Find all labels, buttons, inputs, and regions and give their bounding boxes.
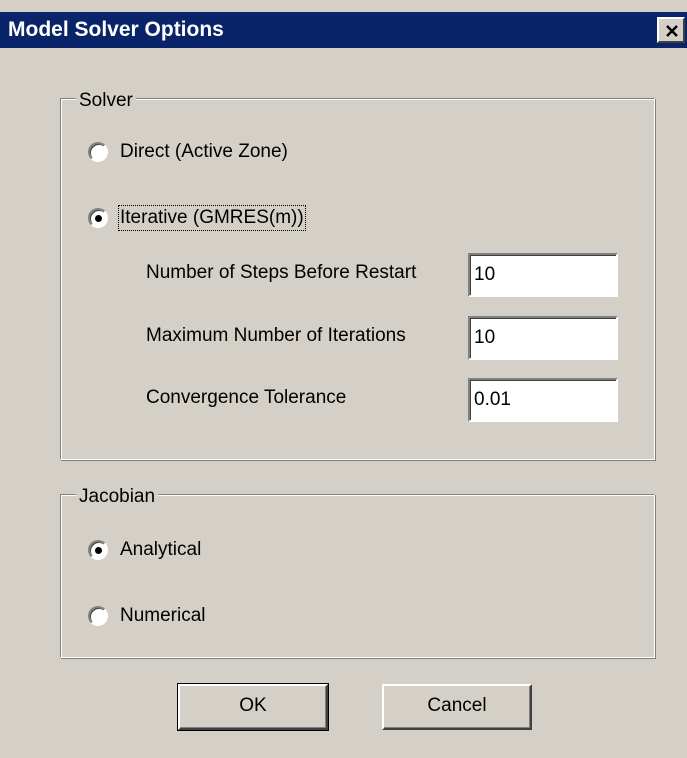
solver-group-label: Solver [76,90,136,112]
steps-before-restart-input[interactable] [468,253,618,297]
radio-numerical[interactable]: Numerical [88,601,206,631]
convergence-tolerance-label: Convergence Tolerance [146,387,347,408]
ok-button[interactable]: OK [177,683,329,731]
max-iterations-label: Maximum Number of Iterations [146,325,406,346]
radio-iterative[interactable]: Iterative (GMRES(m)) [88,203,306,233]
steps-before-restart-label: Number of Steps Before Restart [146,262,417,283]
radio-analytical-circle[interactable] [88,540,108,560]
radio-numerical-label: Numerical [120,605,206,626]
radio-direct-label: Direct (Active Zone) [120,141,288,162]
window-title: Model Solver Options [8,18,224,41]
radio-iterative-label: Iterative (GMRES(m)) [118,205,306,231]
jacobian-group-label: Jacobian [76,486,159,508]
cancel-button[interactable]: Cancel [382,684,532,730]
radio-direct-circle[interactable] [88,142,108,162]
radio-analytical-label: Analytical [120,539,202,560]
jacobian-groupbox [60,494,655,658]
radio-direct[interactable]: Direct (Active Zone) [88,137,288,167]
radio-numerical-circle[interactable] [88,606,108,626]
radio-iterative-circle[interactable] [88,208,108,228]
radio-selected-dot [95,215,102,222]
model-solver-options-dialog: Model Solver Options Solver Direct (Acti… [0,0,687,758]
convergence-tolerance-input[interactable] [468,378,618,422]
radio-selected-dot [95,547,102,554]
radio-analytical[interactable]: Analytical [88,535,201,565]
close-button[interactable] [657,17,685,43]
close-icon [666,25,678,37]
title-bar[interactable]: Model Solver Options [0,12,687,48]
max-iterations-input[interactable] [468,316,618,360]
